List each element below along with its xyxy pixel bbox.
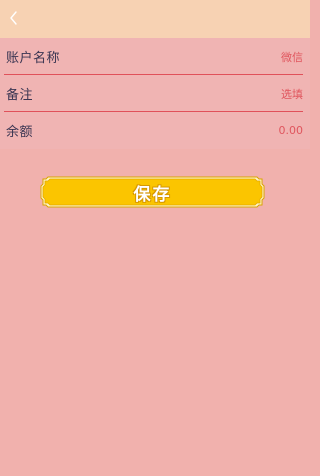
save-button[interactable]: 保存 (40, 176, 265, 208)
account-name-value[interactable]: 微信 (281, 49, 304, 65)
account-form: 账户名称 微信 备注 选填 余额 0.00 (0, 38, 310, 149)
chevron-left-icon (9, 11, 19, 25)
remark-input[interactable]: 选填 (281, 86, 304, 102)
remark-row[interactable]: 备注 选填 (0, 75, 310, 112)
remark-label: 备注 (6, 88, 34, 103)
balance-value[interactable]: 0.00 (279, 124, 305, 137)
top-bar (0, 0, 310, 38)
save-button-label: 保存 (133, 184, 172, 205)
balance-row[interactable]: 余额 0.00 (0, 112, 310, 149)
account-name-label: 账户名称 (6, 51, 61, 66)
account-name-row[interactable]: 账户名称 微信 (0, 38, 310, 75)
back-button[interactable] (0, 0, 28, 36)
balance-label: 余额 (6, 125, 34, 140)
